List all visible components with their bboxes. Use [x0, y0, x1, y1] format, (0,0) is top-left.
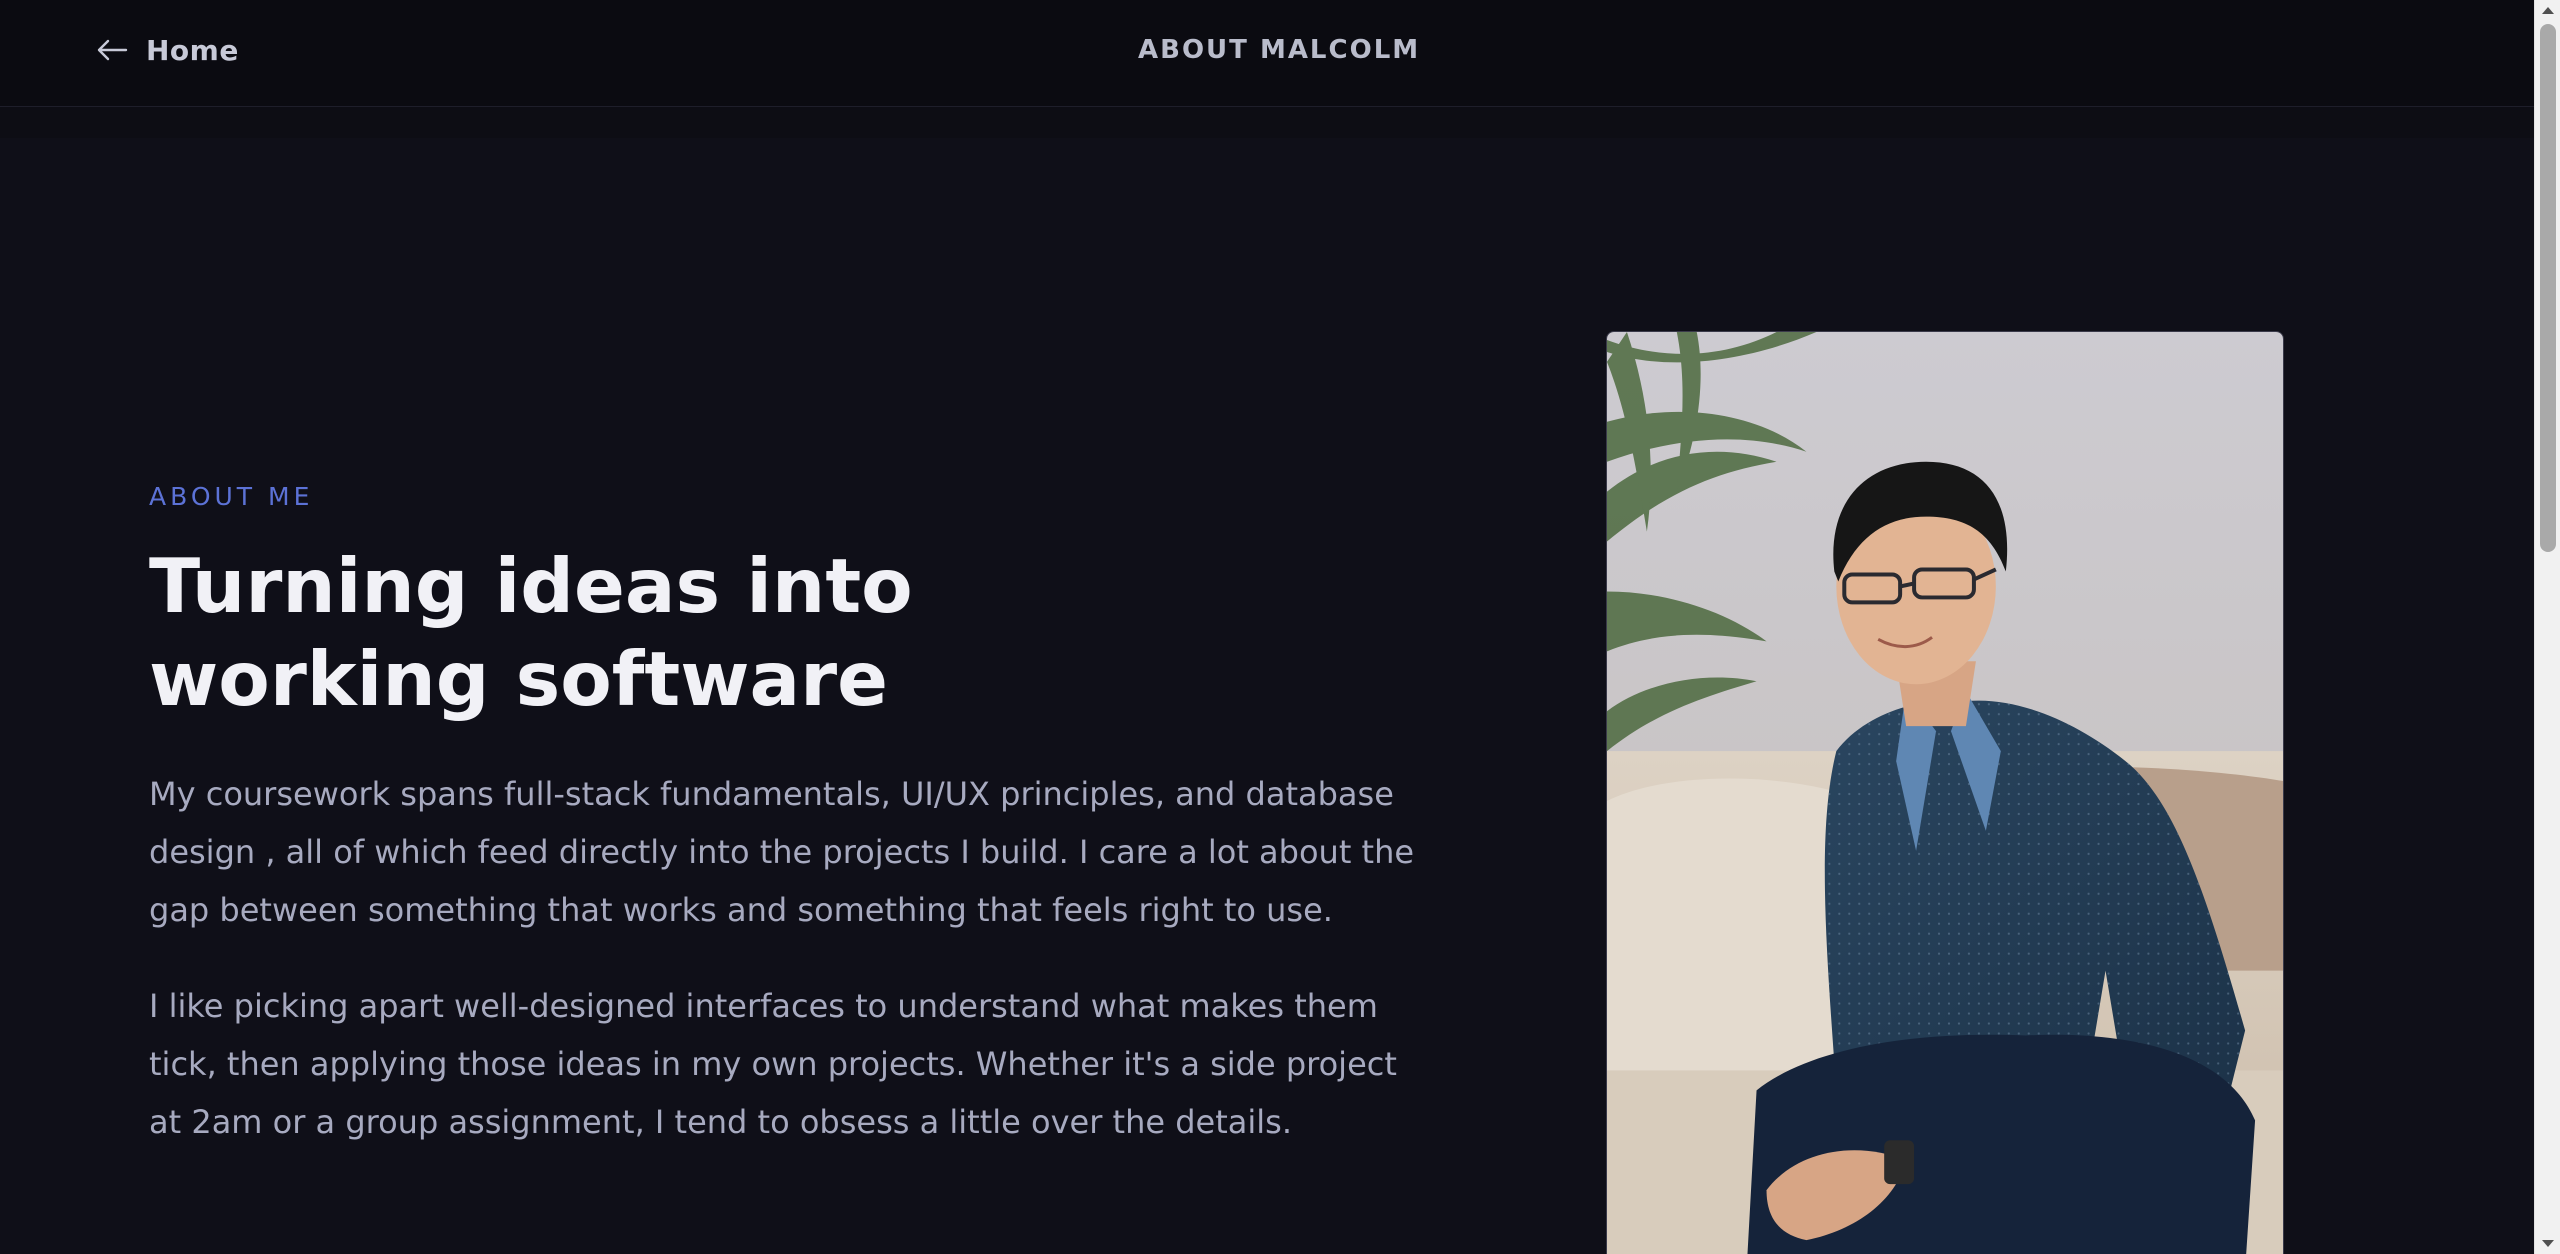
- section-eyebrow: ABOUT ME: [149, 482, 314, 511]
- portrait-illustration: [1607, 332, 2283, 1254]
- home-link-label: Home: [146, 33, 239, 67]
- bio-paragraph-1: My coursework spans full-stack fundament…: [149, 775, 1415, 929]
- home-back-link[interactable]: Home: [96, 30, 239, 70]
- header-divider-band: [0, 107, 2534, 138]
- about-page: Home ABOUT MALCOLM ABOUT ME Turning idea…: [0, 0, 2560, 1254]
- scroll-down-icon[interactable]: [2535, 1234, 2560, 1254]
- hero-headline: Turning ideas into working software: [149, 540, 1349, 726]
- arrow-left-icon: [97, 39, 128, 61]
- page-title: ABOUT MALCOLM: [1138, 35, 1421, 65]
- headline-line-1: Turning ideas into: [149, 542, 913, 630]
- headline-line-2: working software: [149, 635, 888, 723]
- top-navigation-bar: Home ABOUT MALCOLM: [0, 0, 2534, 107]
- vertical-scrollbar[interactable]: [2534, 0, 2560, 1254]
- profile-photo: [1606, 331, 2284, 1254]
- scrollbar-thumb[interactable]: [2540, 24, 2556, 552]
- scroll-up-icon[interactable]: [2535, 0, 2560, 20]
- bio-paragraph-2: I like picking apart well-designed inter…: [149, 987, 1397, 1141]
